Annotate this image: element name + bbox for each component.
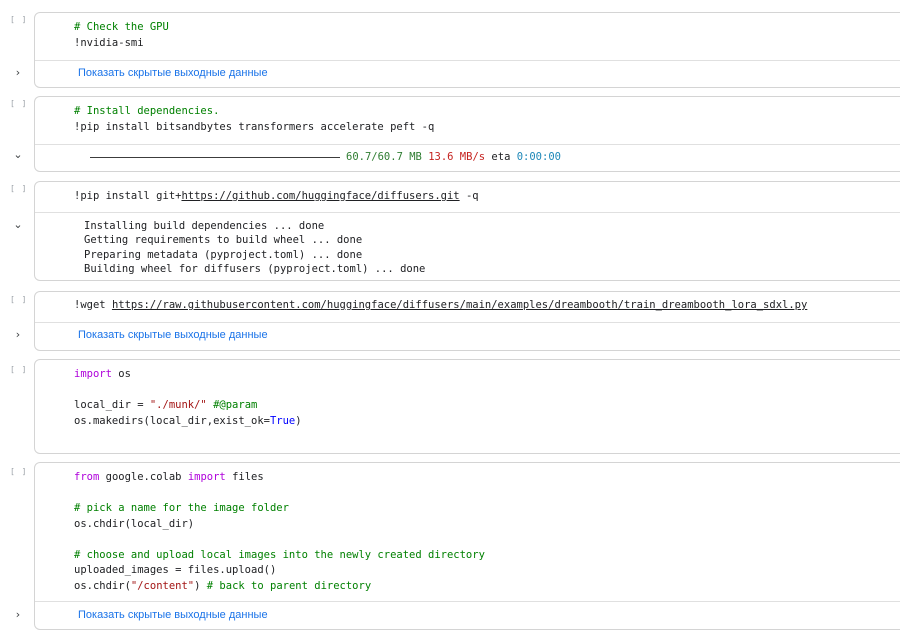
execution-count[interactable]: [ ] (10, 467, 27, 476)
code-token: # back to parent directory (206, 579, 372, 592)
code-token: #@param (206, 399, 258, 411)
cell-divider (35, 601, 900, 602)
code-line: # Install dependencies. (74, 104, 434, 120)
code-token: "./munk/" (149, 399, 207, 411)
progress-speed: 13.6 MB/s (428, 151, 486, 163)
code-token: os.chdir( (74, 579, 131, 592)
execution-count[interactable]: [ ] (10, 184, 27, 193)
code-line: uploaded_images = files.upload() (74, 563, 485, 579)
code-token: ) (295, 414, 302, 427)
code-editor[interactable]: import os local_dir = "./munk/" #@param o… (74, 367, 302, 429)
code-token: import (74, 368, 112, 380)
code-url[interactable]: https://github.com/huggingface/diffusers… (181, 190, 459, 202)
chevron-down-icon[interactable]: ⌄ (12, 149, 24, 161)
execution-count[interactable]: [ ] (10, 295, 27, 304)
code-token: from (74, 471, 100, 483)
code-editor[interactable]: !wget https://raw.githubusercontent.com/… (74, 298, 807, 314)
output-line: Installing build dependencies ... done (84, 220, 325, 232)
progress-eta-label: eta (491, 151, 511, 163)
code-line: # pick a name for the image folder (74, 501, 485, 517)
code-token: import (187, 471, 226, 483)
progress-bar (90, 156, 340, 158)
code-token: # Install dependencies. (74, 105, 220, 117)
code-token: os (111, 368, 131, 380)
code-token: local_dir = (74, 399, 150, 411)
code-token: os.makedirs(local_dir,exist_ok= (74, 414, 270, 427)
code-line: !pip install bitsandbytes transformers a… (74, 120, 434, 136)
code-token: os.chdir(local_dir) (74, 517, 195, 530)
code-token: "/content" (130, 579, 195, 592)
code-token: google.colab (99, 471, 188, 483)
code-url[interactable]: https://raw.githubusercontent.com/huggin… (112, 299, 807, 311)
code-token: # choose and upload local images into th… (74, 548, 485, 561)
code-token: files (225, 471, 264, 483)
code-line: local_dir = "./munk/" #@param (74, 398, 302, 414)
code-token: -q (459, 190, 479, 202)
output-text: Installing build dependencies ... done Ge… (84, 219, 425, 276)
show-hidden-output-link[interactable]: Показать скрытые выходные данные (78, 329, 268, 341)
code-line: !wget https://raw.githubusercontent.com/… (74, 298, 807, 314)
code-token: !pip install git+ (74, 190, 182, 202)
code-line: os.chdir(local_dir) (74, 517, 485, 533)
code-line: import os (74, 367, 302, 383)
progress-size: 60.7/60.7 MB (346, 151, 422, 163)
cell-divider (35, 144, 900, 145)
code-token: !wget (74, 299, 112, 311)
code-token: # Check the GPU (74, 21, 169, 33)
chevron-down-icon[interactable]: ⌄ (12, 219, 24, 231)
code-token: ) (194, 579, 207, 592)
show-hidden-output-link[interactable]: Показать скрытые выходные данные (78, 609, 268, 621)
show-hidden-output-link[interactable]: Показать скрытые выходные данные (78, 67, 268, 79)
progress-output: 60.7/60.7 MB 13.6 MB/s eta 0:00:00 (90, 150, 561, 164)
code-editor[interactable]: from google.colab import files # pick a … (74, 470, 485, 594)
code-line: os.makedirs(local_dir,exist_ok=True) (74, 414, 302, 430)
execution-count[interactable]: [ ] (10, 15, 27, 24)
code-line: !pip install git+https://github.com/hugg… (74, 189, 479, 205)
code-line: from google.colab import files (74, 470, 485, 486)
code-line: os.chdir("/content") # back to parent di… (74, 579, 485, 595)
code-line: !nvidia-smi (74, 36, 169, 52)
execution-count[interactable]: [ ] (10, 99, 27, 108)
cell-divider (35, 60, 900, 61)
output-line: Getting requirements to build wheel ... … (84, 234, 363, 247)
cell-divider (35, 322, 900, 323)
code-line: # choose and upload local images into th… (74, 548, 485, 564)
code-editor[interactable]: !pip install git+https://github.com/hugg… (74, 189, 479, 205)
code-token: # pick a name for the image folder (74, 502, 289, 514)
code-editor[interactable]: # Install dependencies. !pip install bits… (74, 104, 434, 135)
code-token: !nvidia-smi (74, 36, 144, 49)
code-token: uploaded_images = files.upload() (74, 564, 277, 576)
output-line: Preparing metadata (pyproject.toml) ... … (84, 248, 363, 261)
code-token: !pip install bitsandbytes transformers a… (74, 120, 435, 133)
chevron-right-icon[interactable]: › (12, 67, 24, 79)
code-editor[interactable]: # Check the GPU !nvidia-smi (74, 20, 169, 51)
chevron-right-icon[interactable]: › (12, 609, 24, 621)
cell-divider (35, 212, 900, 213)
code-token: True (269, 414, 296, 427)
chevron-right-icon[interactable]: › (12, 329, 24, 341)
output-line: Building wheel for diffusers (pyproject.… (84, 262, 426, 275)
execution-count[interactable]: [ ] (10, 365, 27, 374)
progress-eta: 0:00:00 (516, 151, 561, 163)
code-line: # Check the GPU (74, 20, 169, 36)
